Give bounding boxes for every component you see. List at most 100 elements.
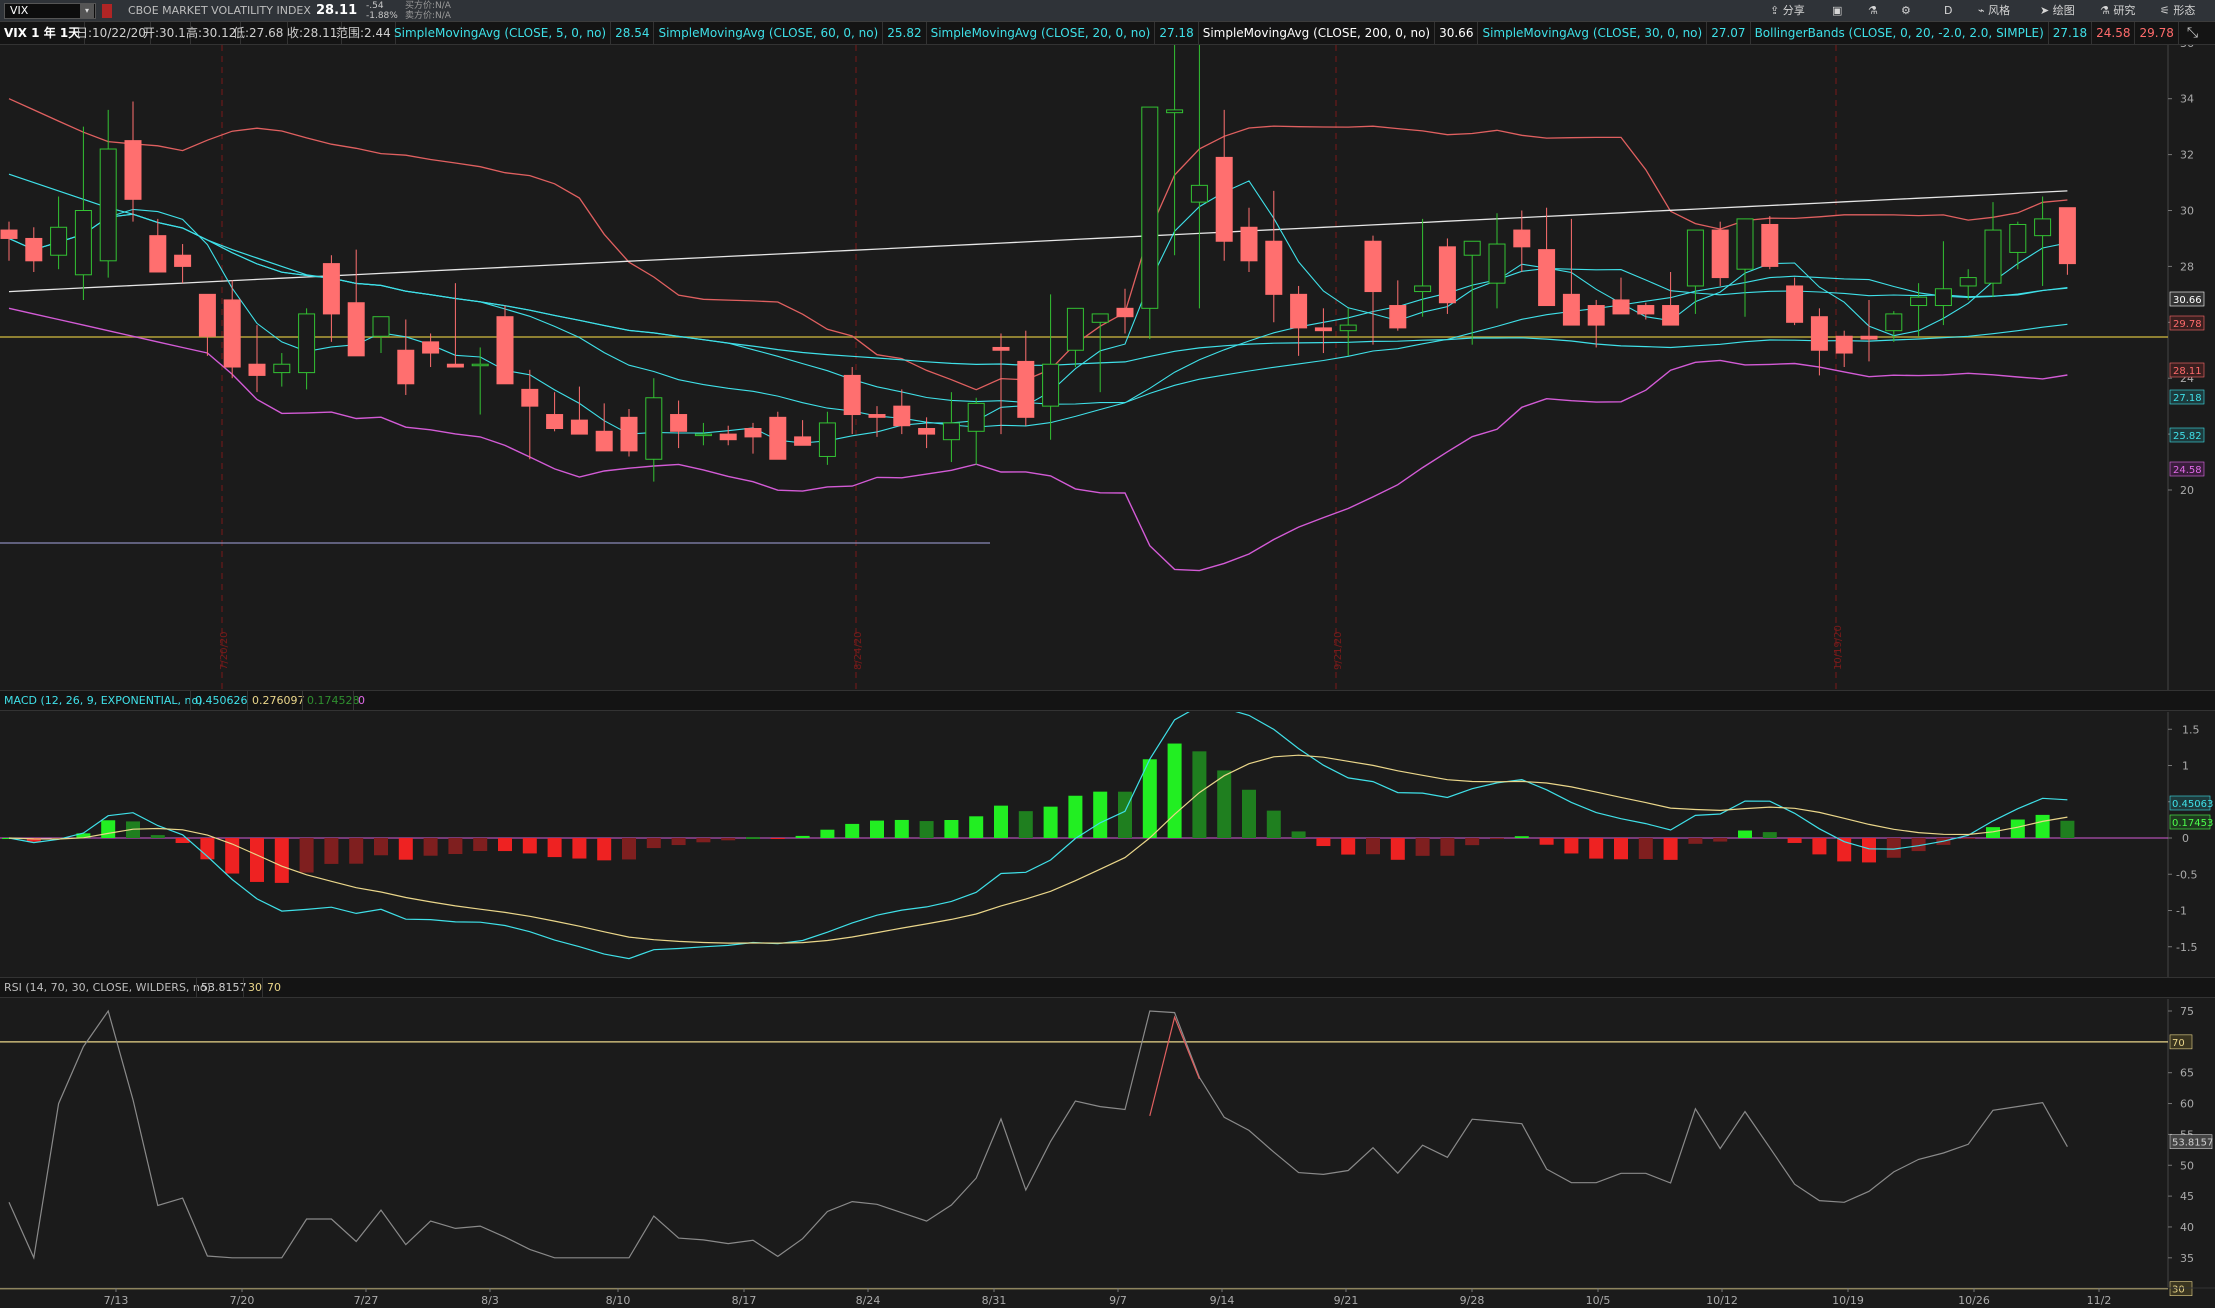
macd-histogram-bar (1043, 806, 1058, 838)
x-tick-label: 10/5 (1586, 1294, 1611, 1307)
candle (1265, 240, 1283, 295)
macd-histogram-bar (845, 823, 860, 838)
x-tick-label: 10/12 (1706, 1294, 1738, 1307)
macd-tick-label: -1.5 (2176, 941, 2197, 954)
candle (942, 422, 960, 441)
x-tick-label: 8/24 (856, 1294, 881, 1307)
candle (1984, 229, 2002, 284)
x-tick-label: 11/2 (2087, 1294, 2112, 1307)
macd-histogram-bar (1316, 838, 1331, 847)
range-label: 范围:2.44 (332, 22, 396, 45)
share-button[interactable]: ⇪ 分享 (1770, 0, 1805, 22)
candle (1290, 293, 1308, 329)
x-tick-label: 9/14 (1210, 1294, 1235, 1307)
x-tick-label: 7/20 (230, 1294, 255, 1307)
x-tick-label: 9/21 (1334, 1294, 1359, 1307)
macd-histogram-bar (646, 838, 661, 849)
rsi-tick-label: 65 (2180, 1067, 2194, 1080)
rsi-chart[interactable]: 35404550556065757053.8157307/137/207/278… (0, 999, 2215, 1308)
study-value: 27.07 (1707, 22, 1751, 45)
price-tag-label: 28.11 (2173, 366, 2202, 377)
macd-histogram-bar (1688, 838, 1703, 844)
snapshot-icon[interactable]: ▣ (1832, 0, 1842, 22)
study-label[interactable]: SimpleMovingAvg (CLOSE, 5, 0, no) (390, 22, 612, 45)
rsi-overbought-value: 70 (262, 978, 285, 998)
price-tick-label: 28 (2180, 260, 2194, 273)
rsi-tick-label: 50 (2180, 1159, 2194, 1172)
candle (1835, 335, 1853, 354)
macd-avg-value: 0.276097 (247, 691, 309, 711)
candle (1240, 226, 1258, 262)
candle (818, 422, 836, 457)
macd-histogram-bar (1366, 838, 1380, 855)
cursor-icon: ➤ (2040, 4, 2053, 17)
price-tick-label: 34 (2180, 93, 2194, 106)
top-toolbar: VIX ▾ CBOE MARKET VOLATILITY INDEX 28.11… (0, 0, 2215, 22)
macd-histogram-bar (622, 838, 636, 860)
date-divider-label: 10/19/20 (1833, 625, 1844, 670)
candle (967, 402, 985, 432)
style-button[interactable]: ⌁ 风格 (1978, 0, 2010, 22)
flag-icon[interactable] (102, 4, 112, 18)
candle (2034, 218, 2052, 237)
flask-study-icon: ⚗ (2100, 4, 2114, 17)
macd-histogram-bar (225, 838, 240, 874)
candle (74, 210, 92, 276)
symbol-description: CBOE MARKET VOLATILITY INDEX (128, 4, 311, 17)
macd-histogram-bar (1787, 838, 1802, 843)
macd-histogram-bar (696, 838, 711, 843)
candle (174, 254, 192, 267)
candle (1637, 305, 1655, 315)
price-chart[interactable]: 202224262830323436387/20/208/24/209/21/2… (0, 45, 2215, 690)
macd-histogram-bar (1192, 751, 1207, 838)
macd-histogram-bar (1390, 838, 1405, 860)
macd-zero-value: 0 (353, 691, 369, 711)
macd-chart[interactable]: -1.5-1-0.500.511.50.450630.17453 (0, 712, 2215, 977)
candle (99, 148, 117, 262)
low-label: 低:27.68 (229, 22, 289, 45)
candle (1934, 288, 1952, 307)
candle (645, 397, 663, 460)
macd-histogram-bar (1564, 838, 1579, 854)
macd-histogram-bar (1291, 831, 1306, 838)
collapse-icon[interactable]: ⤡ (2170, 22, 2215, 45)
macd-histogram-bar (795, 835, 810, 838)
candle (1190, 184, 1208, 203)
study-label[interactable]: BollingerBands (CLOSE, 0, 20, -2.0, 2.0,… (1751, 22, 2049, 45)
study-label[interactable]: SimpleMovingAvg (CLOSE, 20, 0, no) (927, 22, 1156, 45)
candle (1141, 106, 1159, 309)
draw-button[interactable]: ➤ 绘图 (2040, 0, 2075, 22)
x-tick-label: 8/3 (481, 1294, 499, 1307)
gear-icon[interactable]: ⚙ (1901, 0, 1911, 22)
candle (769, 416, 787, 460)
macd-histogram-bar (944, 820, 959, 838)
x-tick-label: 8/17 (732, 1294, 757, 1307)
price-tick-label: 20 (2180, 484, 2194, 497)
macd-histogram-bar (1961, 838, 1976, 839)
macd-histogram-bar (721, 838, 736, 841)
timeframe-button[interactable]: D (1944, 0, 1952, 22)
macd-tick-label: 1 (2182, 760, 2189, 773)
study-label[interactable]: SimpleMovingAvg (CLOSE, 60, 0, no) (654, 22, 884, 45)
flask-icon[interactable]: ⚗ (1868, 0, 1878, 22)
candle (546, 414, 564, 430)
macd-histogram-bar (547, 838, 562, 858)
macd-histogram-bar (2035, 814, 2050, 838)
study-button[interactable]: ⚗ 研究 (2100, 0, 2135, 22)
study-label[interactable]: SimpleMovingAvg (CLOSE, 200, 0, no) (1199, 22, 1436, 45)
share-icon: ⇪ (1770, 4, 1783, 17)
macd-study-label[interactable]: MACD (12, 26, 9, EXPONENTIAL, no) (0, 691, 207, 711)
rsi-tick-label: 75 (2180, 1005, 2194, 1018)
study-label[interactable]: SimpleMovingAvg (CLOSE, 30, 0, no) (1478, 22, 1708, 45)
candle (1711, 229, 1729, 279)
price-tag-label: 25.82 (2173, 431, 2202, 442)
price-tag-label: 27.18 (2173, 393, 2202, 404)
candle (50, 226, 68, 256)
pattern-button[interactable]: ⚟ 形态 (2160, 0, 2195, 22)
symbol-dropdown-icon[interactable]: ▾ (80, 4, 94, 18)
macd-histogram-bar (1638, 838, 1653, 859)
rsi-study-label[interactable]: RSI (14, 70, 30, CLOSE, WILDERS, no) (0, 978, 215, 998)
macd-histogram-bar (1415, 838, 1430, 856)
macd-histogram-bar (473, 838, 488, 852)
candle (0, 229, 18, 239)
